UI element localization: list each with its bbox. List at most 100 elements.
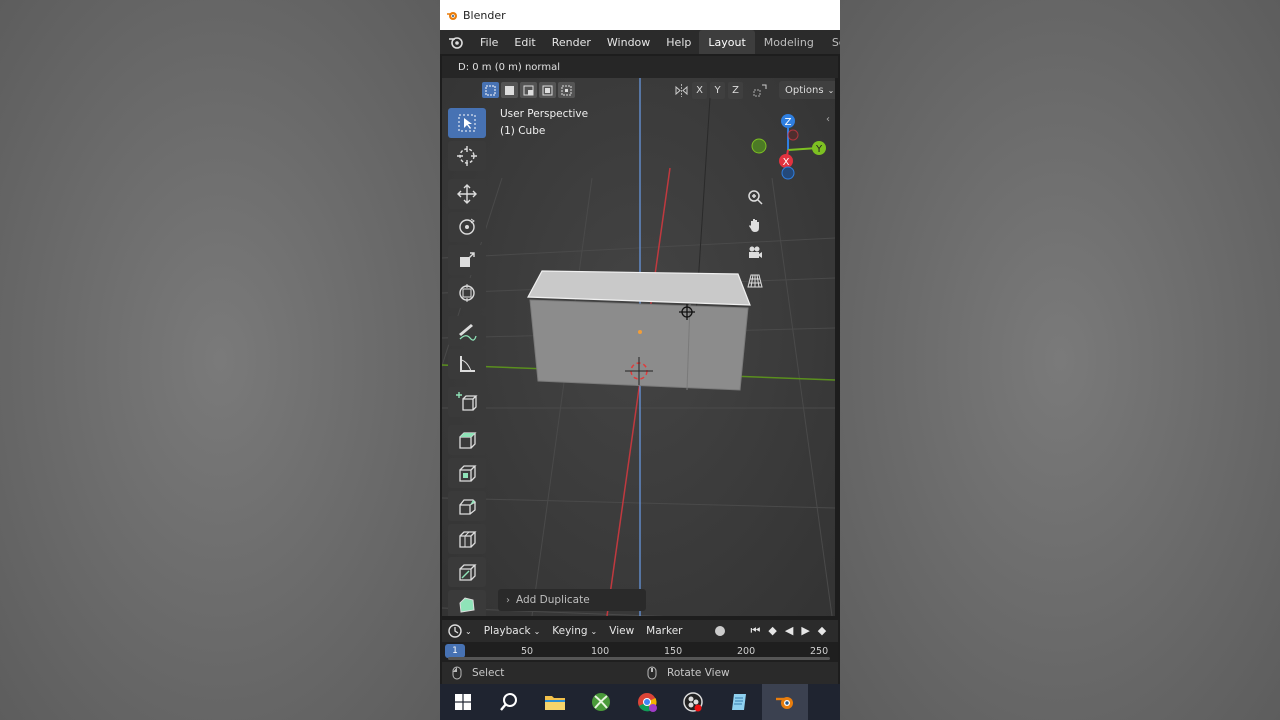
menu-window[interactable]: Window (599, 30, 658, 54)
blender-logo-icon (449, 37, 463, 49)
move-icon (457, 184, 477, 204)
timeline-frame-ruler[interactable]: 1 50 100 150 200 250 (442, 642, 838, 662)
menu-file[interactable]: File (472, 30, 506, 54)
tool-cursor[interactable] (448, 141, 486, 171)
blender-menu-button[interactable] (440, 30, 472, 54)
taskbar-blender[interactable] (762, 684, 808, 720)
jump-keyframe-back-icon[interactable]: ◆ (768, 624, 776, 638)
os-taskbar (440, 684, 840, 720)
perspective-toggle-button[interactable] (743, 269, 767, 293)
taskbar-obs[interactable] (670, 684, 716, 720)
tool-shelf (448, 108, 486, 616)
sidebar-toggle-icon[interactable]: ‹ (826, 114, 830, 125)
menu-help[interactable]: Help (658, 30, 699, 54)
loop-cut-icon (459, 531, 477, 548)
status-bar: Select Rotate View (442, 662, 838, 684)
clock-icon (448, 624, 462, 638)
keying-menu[interactable]: Keying ⌄ (546, 625, 603, 637)
taskbar-notepad[interactable] (716, 684, 762, 720)
frame-tick-250: 250 (810, 646, 829, 657)
chevron-down-icon: ⌄ (827, 85, 835, 95)
menu-edit[interactable]: Edit (506, 30, 543, 54)
play-icon[interactable]: ▶ (801, 624, 809, 638)
view-menu[interactable]: View (603, 625, 640, 637)
tab-modeling[interactable]: Modeling (755, 30, 823, 54)
tool-transform[interactable] (448, 278, 486, 308)
mirror-y-toggle[interactable]: Y (710, 81, 725, 99)
mouse-left-icon (452, 666, 462, 680)
tool-annotate[interactable] (448, 316, 486, 346)
taskbar-file-explorer[interactable] (532, 684, 578, 720)
taskbar-chrome[interactable] (624, 684, 670, 720)
chevron-down-icon: ⌄ (590, 626, 598, 636)
3d-viewport[interactable]: X Y Z Options ⌄ User Perspective (1) Cub… (442, 78, 835, 616)
tool-rotate[interactable] (448, 212, 486, 242)
navigation-gizmo[interactable]: Z Y X (742, 110, 832, 190)
viewport-header-right: X Y Z Options ⌄ (674, 81, 835, 99)
auto-keying-toggle[interactable] (708, 625, 732, 637)
tool-measure[interactable] (448, 349, 486, 379)
cube-top-face-selected (527, 270, 751, 306)
playback-menu[interactable]: Playback ⌄ (478, 625, 547, 637)
editor-type-dropdown[interactable]: ⌄ (442, 624, 478, 638)
tool-add-cube[interactable] (448, 387, 486, 417)
tool-loop-cut[interactable] (448, 524, 486, 554)
extrude-icon (459, 432, 477, 449)
play-reverse-icon[interactable]: ◀ (785, 624, 793, 638)
mirror-z-toggle[interactable]: Z (728, 81, 743, 99)
options-dropdown[interactable]: Options ⌄ (779, 81, 835, 99)
camera-view-button[interactable] (743, 241, 767, 265)
jump-start-icon[interactable]: ⏮ (750, 624, 760, 638)
select-mode-buttons (482, 82, 575, 98)
transform-icon (459, 284, 475, 302)
obs-icon (683, 692, 703, 712)
x-axis-line (606, 167, 671, 616)
tab-layout[interactable]: Layout (699, 30, 755, 54)
ruler-icon (460, 356, 475, 372)
start-button[interactable] (440, 684, 486, 720)
blender-window: Blender File Edit Render Window Help Lay… (440, 0, 840, 720)
tool-inset[interactable] (448, 458, 486, 488)
select-invert-button[interactable] (539, 82, 556, 98)
timeline-header: ⌄ Playback ⌄ Keying ⌄ View Marker ⏮ ◆ ◀ … (442, 620, 838, 642)
chevron-right-icon: › (506, 594, 510, 606)
tool-move[interactable] (448, 179, 486, 209)
select-intersect-icon (561, 85, 572, 95)
select-new-button[interactable] (482, 82, 499, 98)
crosshair-cursor-icon (457, 146, 477, 166)
menu-render[interactable]: Render (544, 30, 599, 54)
marker-menu[interactable]: Marker (640, 625, 688, 637)
tool-scale[interactable] (448, 245, 486, 275)
timeline-scrollbar[interactable] (448, 657, 830, 660)
select-extend-button[interactable] (501, 82, 518, 98)
tab-sculpting[interactable]: Sculpting (823, 30, 840, 54)
current-frame-indicator[interactable]: 1 (445, 644, 465, 658)
snap-icon[interactable] (752, 83, 768, 98)
taskbar-search-button[interactable] (486, 684, 532, 720)
last-operator-label: Add Duplicate (516, 594, 590, 606)
background-right (840, 0, 1280, 720)
frame-tick-50: 50 (521, 646, 534, 657)
mirror-x-toggle[interactable]: X (692, 81, 707, 99)
select-box-icon (458, 114, 476, 132)
top-menu-bar: File Edit Render Window Help Layout Mode… (440, 30, 840, 54)
tool-extrude[interactable] (448, 425, 486, 455)
title-bar: Blender (440, 0, 840, 30)
tool-bevel[interactable] (448, 491, 486, 521)
frame-tick-200: 200 (737, 646, 756, 657)
jump-keyframe-forward-icon[interactable]: ◆ (818, 624, 826, 638)
tool-poly-build[interactable] (448, 590, 486, 616)
pan-view-button[interactable] (743, 213, 767, 237)
select-intersect-button[interactable] (558, 82, 575, 98)
zoom-view-button[interactable] (743, 185, 767, 209)
tool-knife[interactable] (448, 557, 486, 587)
select-invert-icon (542, 85, 553, 95)
last-operator-panel[interactable]: › Add Duplicate (498, 589, 646, 611)
rotate-icon (459, 218, 475, 235)
tool-select-box[interactable] (448, 108, 486, 138)
mirror-icon[interactable] (674, 83, 689, 98)
select-subtract-button[interactable] (520, 82, 537, 98)
select-new-icon (485, 85, 496, 95)
taskbar-xbox-app[interactable] (578, 684, 624, 720)
operator-status-header: D: 0 m (0 m) normal (442, 56, 838, 78)
